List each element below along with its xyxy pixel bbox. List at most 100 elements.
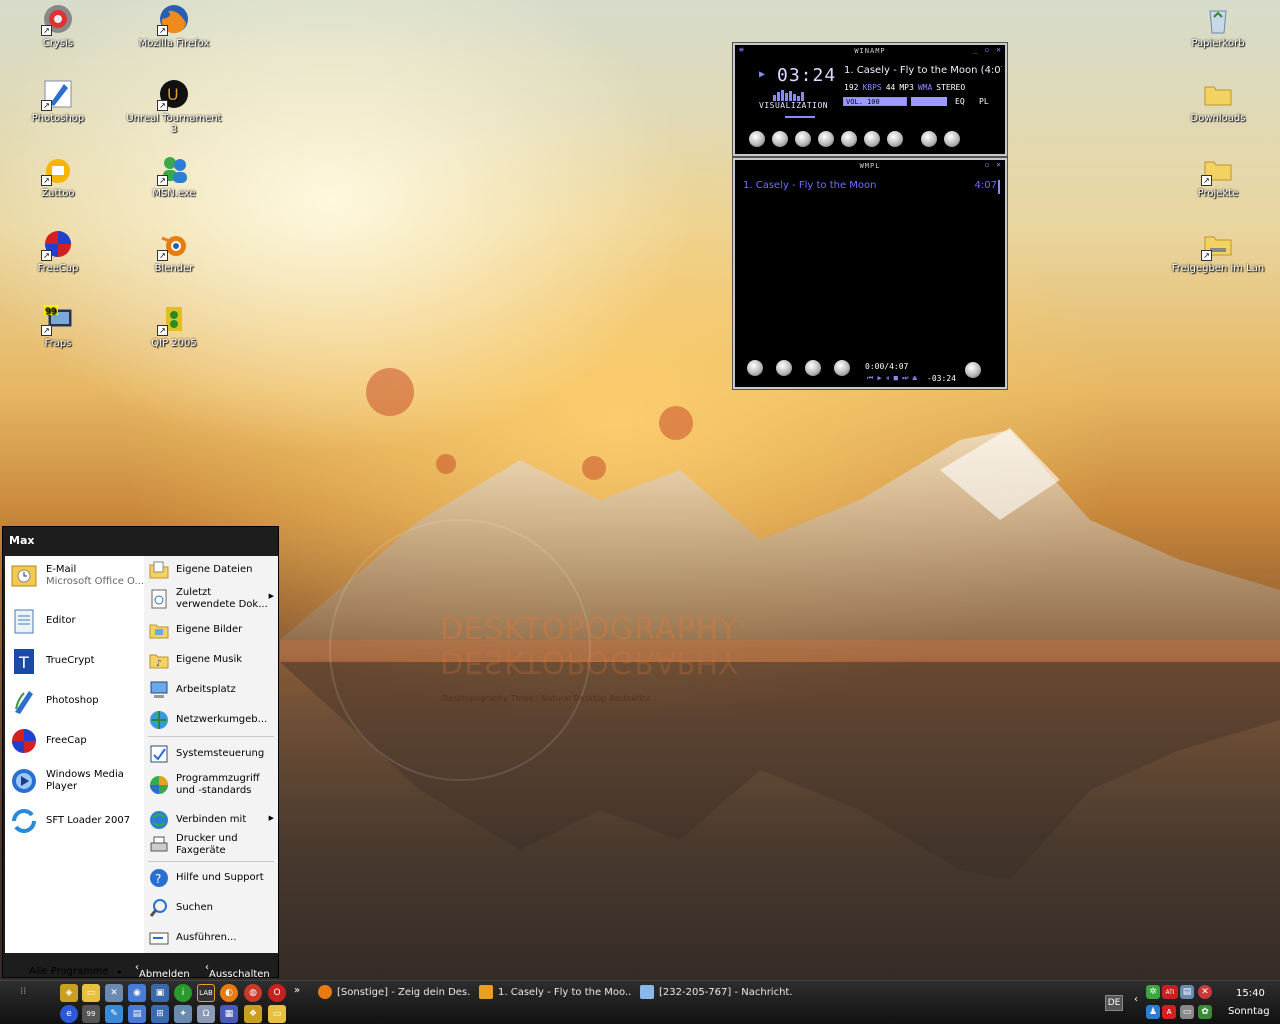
quicklaunch-app2-icon[interactable]: ◍	[244, 984, 262, 1002]
place-network[interactable]: Netzwerkumgeb...	[148, 709, 276, 731]
pinned-sft-loader[interactable]: SFT Loader 2007	[9, 806, 143, 836]
pl-button[interactable]: PL	[979, 97, 989, 106]
desktop-icon-shared-lan[interactable]: ↗ Freigegben im Lan	[1168, 227, 1268, 274]
desktop-icon-photoshop[interactable]: ↗ Photoshop	[8, 77, 108, 124]
tray-device-icon[interactable]: ▭	[1180, 1005, 1194, 1019]
tray-network-icon[interactable]: ▤	[1180, 985, 1194, 999]
tray-qip-icon[interactable]: ✿	[1198, 1005, 1212, 1019]
seek-bar[interactable]	[785, 116, 815, 118]
pinned-photoshop[interactable]: Photoshop	[9, 686, 143, 716]
place-run[interactable]: Ausführen...	[148, 927, 276, 949]
quicklaunch-lab-icon[interactable]: LAB	[197, 984, 215, 1002]
playlist-titlebar[interactable]: WMPL ▫ ✕	[735, 160, 1005, 172]
quicklaunch-firefox-icon[interactable]: ◐	[220, 984, 238, 1002]
tray-app-icon[interactable]: ✲	[1146, 985, 1160, 999]
place-program-access[interactable]: Programmzugriff und -standards	[148, 773, 276, 797]
balance-slider[interactable]	[911, 97, 947, 106]
place-control-panel[interactable]: Systemsteuerung	[148, 743, 276, 765]
tray-security-icon[interactable]: ✕	[1198, 985, 1212, 999]
pinned-freecap[interactable]: FreeCap	[9, 726, 143, 756]
desktop-icon-zattoo[interactable]: ↗ Zattoo	[8, 152, 108, 199]
quicklaunch-info-icon[interactable]: i	[174, 984, 192, 1002]
place-eigene-dateien[interactable]: Eigene Dateien	[148, 559, 276, 581]
desktop-icon-firefox[interactable]: ↗ Mozilla Firefox	[124, 2, 224, 49]
pinned-truecrypt[interactable]: T TrueCrypt	[9, 646, 143, 676]
taskbar-button-winamp[interactable]: 1. Casely - Fly to the Moo...	[479, 983, 631, 1001]
quicklaunch-editor-icon[interactable]: ▤	[128, 1005, 146, 1023]
taskbar-button-firefox[interactable]: [Sonstige] - Zeig dein Des...	[318, 983, 470, 1001]
pause-button[interactable]	[795, 131, 811, 147]
desktop-icon-blender[interactable]: ↗ Blender	[124, 227, 224, 274]
quicklaunch-windows-icon[interactable]: ⊞	[151, 1005, 169, 1023]
desktop-icon-recycle-bin[interactable]: Papierkorb	[1168, 2, 1268, 49]
quicklaunch-opera-icon[interactable]: O	[268, 984, 286, 1002]
shuffle-toggle-button[interactable]	[944, 131, 960, 147]
desktop-icon-qip[interactable]: ↗ QIP 2005	[124, 302, 224, 349]
eq-button[interactable]: EQ	[955, 97, 965, 106]
volume-slider[interactable]: VOL. 100	[843, 97, 907, 106]
pinned-editor[interactable]: Editor	[9, 606, 143, 636]
misc-button[interactable]	[834, 360, 850, 376]
menu-icon[interactable]: ≡	[739, 45, 745, 54]
taskbar-grip-icon[interactable]: ⁞⁞	[20, 986, 26, 997]
visualization-label[interactable]: VISUALIZATION	[759, 101, 828, 110]
quicklaunch-ie-icon[interactable]: e	[60, 1005, 78, 1023]
taskbar-button-message[interactable]: [232-205-767] - Nachricht...	[640, 983, 792, 1001]
desktop-icon-downloads[interactable]: Downloads	[1168, 77, 1268, 124]
tray-avira-icon[interactable]: ᴀ	[1162, 1005, 1176, 1019]
desktop-icon-msn[interactable]: ↗ MSN.exe	[124, 152, 224, 199]
winamp-window[interactable]: ≡ WINAMP _ ▫ ✕ ▶ 03:24 VISUALIZATION 1. …	[732, 42, 1008, 157]
quicklaunch-tool-icon[interactable]: ✕	[105, 984, 123, 1002]
quicklaunch-headphones-icon[interactable]: Ω	[197, 1005, 215, 1023]
place-my-computer[interactable]: Arbeitsplatz	[148, 679, 276, 701]
playlist-item[interactable]: 1. Casely - Fly to the Moon 4:07	[743, 180, 997, 191]
play-button[interactable]	[772, 131, 788, 147]
place-connect[interactable]: Verbinden mit ▶	[148, 809, 276, 831]
logoff-button[interactable]: ‹ Abmelden	[135, 962, 190, 980]
quicklaunch-app-icon[interactable]: ▣	[151, 984, 169, 1002]
clock-time[interactable]: 15:40	[1236, 988, 1265, 999]
place-pictures[interactable]: Eigene Bilder	[148, 619, 276, 641]
place-printers[interactable]: Drucker und Faxgeräte	[148, 833, 276, 857]
place-recent-docs[interactable]: Zuletzt verwendete Dok... ▶	[148, 587, 276, 611]
place-search[interactable]: Suchen	[148, 897, 276, 919]
quicklaunch-folder2-icon[interactable]: ▭	[268, 1005, 286, 1023]
language-indicator[interactable]: DE	[1105, 995, 1123, 1011]
shutdown-button[interactable]: ‹ Ausschalten	[205, 962, 270, 980]
window-controls[interactable]: ▫ ✕	[985, 160, 1002, 169]
quicklaunch-folder-icon[interactable]: ▭	[82, 984, 100, 1002]
previous-button[interactable]	[749, 131, 765, 147]
winamp-titlebar[interactable]: ≡ WINAMP _ ▫ ✕	[735, 45, 1005, 57]
pinned-media-player[interactable]: Windows Media Player	[9, 766, 143, 796]
playlist-window[interactable]: WMPL ▫ ✕ 1. Casely - Fly to the Moon 4:0…	[732, 157, 1008, 390]
quicklaunch-qip2-icon[interactable]: ❖	[244, 1005, 262, 1023]
quicklaunch-network-icon[interactable]: ✦	[174, 1005, 192, 1023]
list-options-button[interactable]	[965, 362, 981, 378]
open-button[interactable]	[864, 131, 880, 147]
window-controls[interactable]: _ ▫ ✕	[973, 45, 1002, 54]
desktop-icon-freecap[interactable]: ↗ FreeCap	[8, 227, 108, 274]
quicklaunch-overflow-icon[interactable]: »	[294, 985, 300, 996]
quicklaunch-qip-icon[interactable]: ◈	[60, 984, 78, 1002]
remove-button[interactable]	[776, 360, 792, 376]
next-button[interactable]	[841, 131, 857, 147]
quicklaunch-fraps-icon[interactable]: 99	[82, 1005, 100, 1023]
desktop-icon-projekte[interactable]: ↗ Projekte	[1168, 152, 1268, 199]
repeat-button[interactable]	[921, 131, 937, 147]
tray-expand-icon[interactable]: ‹	[1134, 994, 1138, 1005]
desktop-icon-crysis[interactable]: ↗ Crysis	[8, 2, 108, 49]
quicklaunch-browser-icon[interactable]: ◉	[128, 984, 146, 1002]
select-button[interactable]	[805, 360, 821, 376]
desktop-icon-fraps[interactable]: 99 ↗ Fraps	[8, 302, 108, 349]
tray-ati-icon[interactable]: ATI	[1162, 985, 1178, 999]
quicklaunch-photoshop-icon[interactable]: ✎	[105, 1005, 123, 1023]
place-music[interactable]: ♪ Eigene Musik	[148, 649, 276, 671]
quicklaunch-doc-icon[interactable]: ▦	[220, 1005, 238, 1023]
playlist-scrollbar[interactable]	[998, 180, 1000, 194]
desktop-icon-unreal[interactable]: U ↗ Unreal Tournament 3	[124, 77, 224, 135]
stop-button[interactable]	[818, 131, 834, 147]
shuffle-button[interactable]	[887, 131, 903, 147]
clock-day[interactable]: Sonntag	[1228, 1006, 1270, 1017]
mini-transport-icon[interactable]: ⏮ ▶ ⏸ ■ ⏭ ⏏	[867, 374, 917, 383]
add-button[interactable]	[747, 360, 763, 376]
